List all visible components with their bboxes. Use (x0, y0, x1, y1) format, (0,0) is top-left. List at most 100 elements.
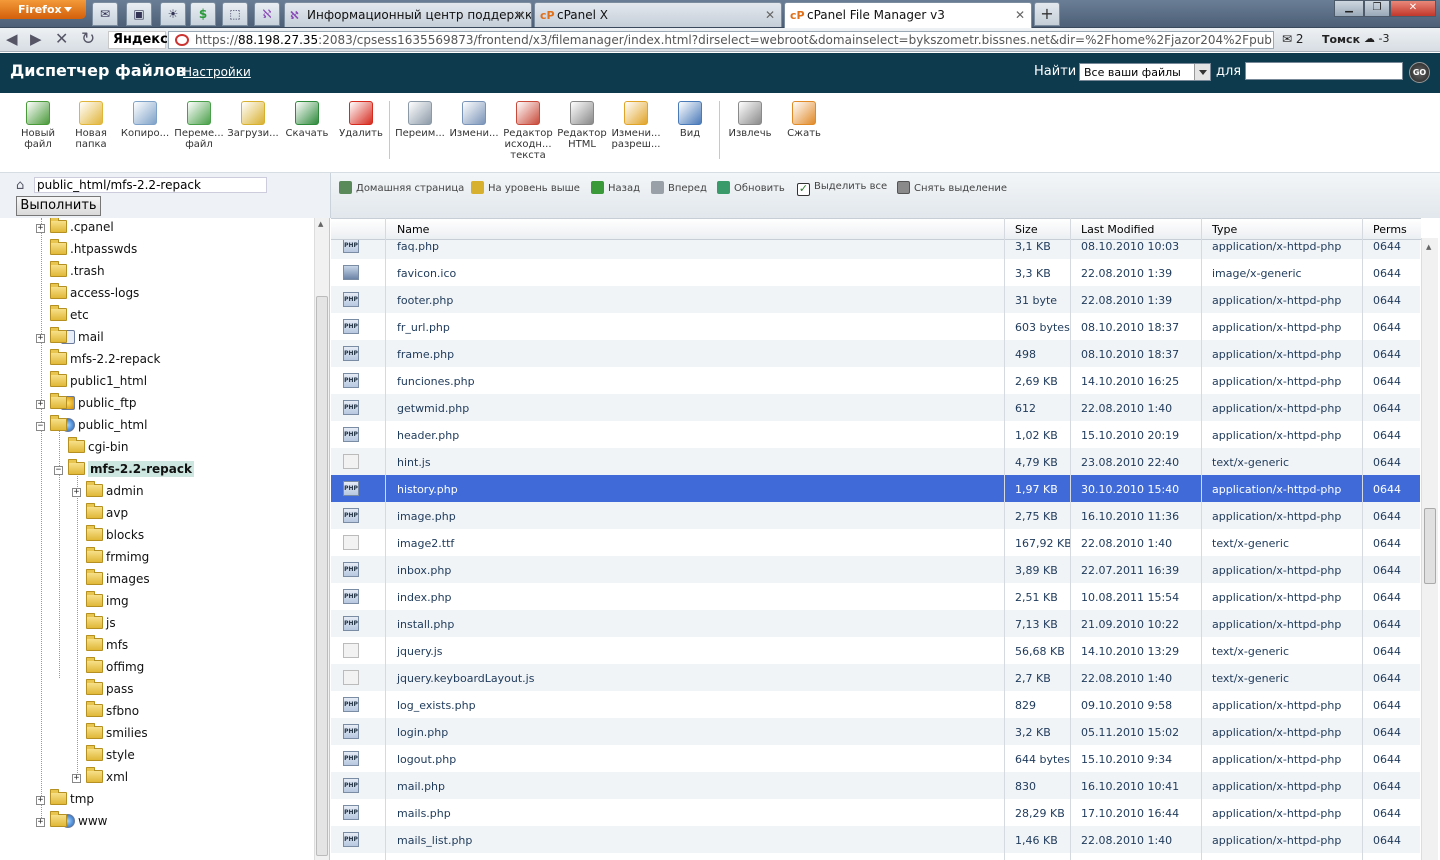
tree-node[interactable]: cgi-bin (68, 437, 128, 460)
table-row[interactable]: jquery.keyboardLayout.js 2,7 KB 22.08.2010… (331, 664, 1420, 691)
tree-scrollbar[interactable]: ▲ (314, 218, 329, 860)
tree-node[interactable]: + xml (72, 767, 128, 790)
code-editor-button[interactable]: Редактор исходн... текста (501, 101, 555, 161)
table-row[interactable]: PHP history.php 1,97 KB 30.10.2010 15:40 app… (331, 475, 1420, 502)
app-tab-blank[interactable]: ⬚ (222, 2, 248, 26)
forward-icon[interactable]: ▶ (30, 30, 42, 48)
site-identity-icon[interactable] (175, 34, 189, 46)
tree-node[interactable]: + mail (36, 327, 104, 350)
table-row[interactable]: PHP frame.php 498 08.10.2010 18:37 applicati… (331, 340, 1420, 367)
tree-node[interactable]: offimg (86, 657, 144, 680)
mail-indicator[interactable]: ✉ 2 (1282, 32, 1304, 46)
tree-node[interactable]: etc (50, 305, 89, 328)
table-row[interactable]: hint.js 4,79 KB 23.08.2010 22:40 text/x-gen… (331, 448, 1420, 475)
tree-node[interactable]: − mfs-2.2-repack (54, 459, 194, 482)
expand-icon[interactable]: + (36, 796, 45, 805)
new-tab-button[interactable]: + (1034, 2, 1060, 26)
reload-icon[interactable]: ↻ (81, 30, 95, 48)
expand-icon[interactable]: + (72, 774, 81, 783)
go-button[interactable]: GO (1409, 62, 1430, 83)
table-row[interactable]: PHP mails_list.php 1,46 KB 22.08.2010 1:40 a… (331, 826, 1420, 853)
table-row[interactable]: PHP inbox.php 3,89 KB 22.07.2011 16:39 appli… (331, 556, 1420, 583)
table-row[interactable]: PHP install.php 7,13 KB 21.09.2010 10:22 app… (331, 610, 1420, 637)
collapse-icon[interactable]: − (54, 466, 63, 475)
app-tab-sun[interactable]: ☀ (160, 2, 186, 26)
tree-node[interactable]: images (86, 569, 150, 592)
tree-node[interactable]: mfs (86, 635, 128, 658)
tree-node[interactable]: blocks (86, 525, 144, 548)
column-header-name[interactable]: Name (397, 223, 429, 236)
tree-node[interactable]: − public_html (36, 415, 147, 438)
window-minimize-button[interactable]: ▁ (1334, 0, 1364, 17)
tree-node[interactable]: avp (86, 503, 128, 526)
tree-node[interactable]: .trash (50, 261, 105, 284)
nav-link-back-arrow[interactable]: Назад (591, 181, 640, 194)
tree-node[interactable]: + public_ftp (36, 393, 136, 416)
tree-node[interactable]: img (86, 591, 129, 614)
table-row[interactable]: PHP log_exists.php 829 09.10.2010 9:58 appli… (331, 691, 1420, 718)
new-folder-button[interactable]: Новая папка (64, 101, 118, 150)
nav-link-up-folder[interactable]: На уровень выше (471, 181, 580, 194)
tree-scroll-thumb[interactable] (316, 296, 328, 856)
html-editor-button[interactable]: Редактор HTML (555, 101, 609, 150)
app-tab-wave[interactable]: ℵ (254, 2, 280, 26)
table-row[interactable]: PHP fr_url.php 603 bytes 08.10.2010 18:37 ap… (331, 313, 1420, 340)
table-row[interactable]: PHP getwmid.php 612 22.08.2010 1:40 applicat… (331, 394, 1420, 421)
tree-node[interactable]: + tmp (36, 789, 94, 812)
tree-node[interactable]: sfbno (86, 701, 139, 724)
upload-button[interactable]: Загрузи... (226, 101, 280, 139)
expand-icon[interactable]: + (36, 818, 45, 827)
column-header-modified[interactable]: Last Modified (1081, 223, 1154, 236)
back-icon[interactable]: ◀ (6, 30, 18, 48)
new-file-button[interactable]: Новый файл (11, 101, 65, 150)
edit-button[interactable]: Измени... (447, 101, 501, 139)
table-row[interactable]: PHP funciones.php 2,69 KB 14.10.2010 16:25 a… (331, 367, 1420, 394)
delete-button[interactable]: Удалить (334, 101, 388, 139)
rename-button[interactable]: Переим... (393, 101, 447, 139)
yandex-button[interactable]: Яндекс (108, 31, 168, 49)
stop-icon[interactable]: ✕ (55, 30, 68, 48)
nav-link-checkbox-empty[interactable]: Снять выделение (897, 181, 1007, 194)
settings-link[interactable]: Настройки (183, 65, 251, 79)
table-row[interactable]: favicon.ico 3,3 KB 22.08.2010 1:39 image/x-… (331, 259, 1420, 286)
table-scrollbar[interactable]: ▲ (1421, 238, 1438, 860)
nav-link-home[interactable]: Домашняя страница (339, 181, 464, 194)
app-tab-mail[interactable]: ✉ (92, 2, 118, 26)
firefox-menu-button[interactable]: Firefox (0, 0, 86, 19)
extract-button[interactable]: Извлечь (723, 101, 777, 139)
download-button[interactable]: Скачать (280, 101, 334, 139)
table-row[interactable]: PHP mail.php 830 16.10.2010 10:41 applicatio… (331, 772, 1420, 799)
tree-node[interactable]: pass (86, 679, 133, 702)
move-button[interactable]: Переме... файл (172, 101, 226, 150)
table-row[interactable]: PHP footer.php 31 byte 22.08.2010 1:39 appli… (331, 286, 1420, 313)
tree-node[interactable]: frmimg (86, 547, 149, 570)
search-scope-select[interactable]: Все ваши файлы (1079, 63, 1211, 81)
table-row[interactable]: image2.ttf 167,92 KB 22.08.2010 1:40 text/x… (331, 529, 1420, 556)
tab-file-manager[interactable]: cP cPanel File Manager v3 ✕ (784, 2, 1032, 28)
view-button[interactable]: Вид (663, 101, 717, 139)
expand-icon[interactable]: + (36, 400, 45, 409)
table-row[interactable]: PHP login.php 3,2 KB 05.11.2010 15:02 applic… (331, 718, 1420, 745)
table-scroll-thumb[interactable] (1424, 508, 1436, 584)
close-icon[interactable]: ✕ (765, 8, 775, 22)
tree-node[interactable]: smilies (86, 723, 148, 746)
column-header-type[interactable]: Type (1212, 223, 1237, 236)
close-icon[interactable]: ✕ (515, 8, 525, 22)
tree-node[interactable]: + admin (72, 481, 144, 504)
window-close-button[interactable]: ✕ (1390, 0, 1436, 17)
table-row[interactable]: PHP logout.php 644 bytes 15.10.2010 9:34 app… (331, 745, 1420, 772)
tree-node[interactable]: style (86, 745, 135, 768)
execute-button[interactable]: Выполнить (16, 196, 101, 216)
tree-node[interactable]: mfs-2.2-repack (50, 349, 160, 372)
table-row[interactable]: PHP index.php 2,51 KB 10.08.2011 15:54 appli… (331, 583, 1420, 610)
expand-icon[interactable]: + (36, 334, 45, 343)
compress-button[interactable]: Сжать (777, 101, 831, 139)
app-tab-s[interactable]: $ (190, 2, 216, 26)
scroll-up-icon[interactable]: ▲ (318, 220, 323, 228)
nav-link-forward-arrow[interactable]: Вперед (651, 181, 707, 194)
tree-node[interactable]: js (86, 613, 116, 636)
collapse-icon[interactable]: − (36, 422, 45, 431)
url-bar[interactable]: https://88.198.27.35:2083/cpsess16355698… (168, 31, 1274, 49)
expand-icon[interactable]: + (36, 224, 45, 233)
permissions-button[interactable]: Измени... разреш... (609, 101, 663, 150)
